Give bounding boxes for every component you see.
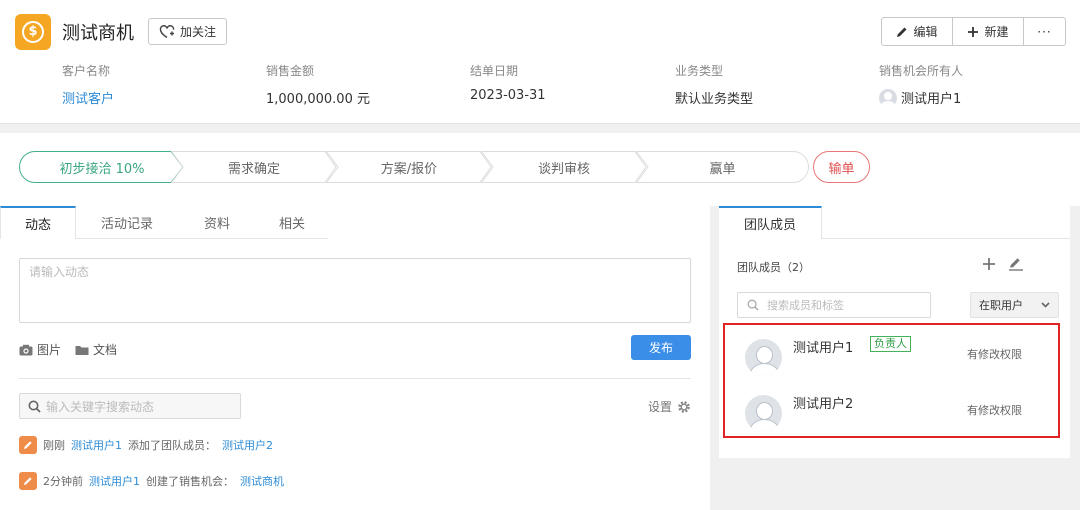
activity-tabs: 动态 活动记录 资料 相关: [0, 206, 328, 239]
feed-time: 2分钟前: [43, 475, 83, 488]
stage-won[interactable]: 赢单: [636, 151, 809, 183]
field-label: 客户名称: [62, 64, 111, 78]
camera-icon: [19, 344, 33, 355]
field-amount: 销售金额 1,000,000.00 元: [266, 62, 370, 107]
attach-doc-label: 文档: [93, 343, 118, 357]
owner-value[interactable]: 测试用户1: [879, 88, 963, 107]
field-business-type: 业务类型 默认业务类型: [675, 62, 753, 107]
edit-note-icon: [19, 436, 37, 454]
tab-related[interactable]: 相关: [256, 206, 328, 238]
edit-note-icon: [19, 472, 37, 490]
search-placeholder: 输入关键字搜索动态: [46, 399, 155, 414]
settings-button[interactable]: 设置: [648, 398, 691, 415]
more-button[interactable]: ···: [1023, 18, 1065, 45]
header-actions: 编辑 新建 ···: [881, 17, 1066, 46]
search-icon: [28, 400, 41, 413]
stage-negotiation[interactable]: 谈判审核: [481, 151, 647, 183]
heart-plus-icon: [159, 24, 175, 38]
main-panel: 初步接洽 10% 需求确定 方案/报价 谈判审核 赢单 输单 动态 活动记录 资…: [0, 133, 1080, 510]
attach-image-button[interactable]: 图片: [19, 341, 61, 358]
feed-action: 添加了团队成员：: [128, 439, 216, 452]
activity-panel: 动态 活动记录 资料 相关 请输入动态 图片 文档 发布 输入关键字搜索动态 设…: [0, 206, 710, 510]
divider: [19, 378, 691, 379]
tab-team-members[interactable]: 团队成员: [719, 206, 822, 239]
stage-label: 初步接洽 10%: [59, 161, 145, 177]
attach-doc-button[interactable]: 文档: [75, 341, 117, 358]
field-value: 2023-03-31: [470, 88, 546, 103]
follow-button[interactable]: 加关注: [148, 18, 227, 45]
team-count: 团队成员（2）: [737, 261, 810, 274]
customer-link[interactable]: 测试客户: [62, 88, 114, 107]
field-label: 销售金额: [266, 64, 315, 78]
dynamic-input[interactable]: 请输入动态: [19, 258, 691, 323]
feed-user-link[interactable]: 测试用户1: [89, 473, 140, 489]
stage-proposal[interactable]: 方案/报价: [326, 151, 492, 183]
settings-label: 设置: [648, 400, 673, 414]
member-search-placeholder: 搜索成员和标签: [767, 299, 844, 312]
field-label: 结单日期: [470, 64, 519, 78]
feed-target-link[interactable]: 测试商机: [240, 473, 284, 489]
feed-item: 2分钟前 测试用户1 创建了销售机会： 测试商机: [19, 472, 699, 490]
chevron-down-icon: [1041, 302, 1050, 308]
attachment-options: 图片 文档: [19, 341, 117, 358]
edit-label: 编辑: [913, 25, 938, 39]
pencil-icon: [897, 27, 907, 37]
team-actions: [982, 257, 1024, 271]
field-owner: 销售机会所有人 测试用户1: [879, 62, 963, 107]
attach-image-label: 图片: [37, 343, 62, 357]
field-close-date: 结单日期 2023-03-31: [470, 62, 546, 103]
avatar: [879, 88, 897, 107]
add-member-icon[interactable]: [982, 257, 996, 271]
member-search-input[interactable]: 搜索成员和标签: [737, 292, 931, 318]
feed-item: 刚刚 测试用户1 添加了团队成员： 测试用户2: [19, 436, 699, 454]
member-status-select[interactable]: 在职用户: [970, 292, 1059, 318]
stage-label: 需求确定: [227, 161, 280, 177]
new-label: 新建: [984, 25, 1009, 39]
stage-initial-contact[interactable]: 初步接洽 10%: [19, 151, 185, 183]
new-button[interactable]: 新建: [952, 18, 1023, 45]
feed-time: 刚刚: [43, 439, 65, 452]
follow-label: 加关注: [179, 25, 216, 39]
more-dots-icon: ···: [1037, 24, 1052, 39]
publish-button[interactable]: 发布: [631, 335, 691, 360]
record-header: $ 测试商机 加关注 编辑 新建 ··· 客户名称 测试客户 销售金额 1,00…: [0, 0, 1080, 124]
field-value: 默认业务类型: [675, 92, 754, 107]
tab-dynamics[interactable]: 动态: [0, 206, 76, 239]
tab-activity-log[interactable]: 活动记录: [76, 206, 178, 238]
lost-button[interactable]: 输单: [813, 151, 870, 183]
highlight-box: [723, 323, 1060, 438]
search-icon: [747, 299, 759, 311]
feed-user-link[interactable]: 测试用户1: [71, 437, 122, 453]
divider: [822, 238, 1070, 239]
stage-label: 谈判审核: [537, 161, 590, 177]
field-label: 销售机会所有人: [879, 64, 964, 78]
stage-label: 赢单: [709, 161, 736, 177]
dollar-icon: $: [15, 14, 51, 50]
page-title: 测试商机: [62, 23, 134, 44]
feed-action: 创建了销售机会：: [146, 475, 234, 488]
plus-icon: [968, 26, 979, 37]
feed-target-link[interactable]: 测试用户2: [222, 437, 273, 453]
owner-name: 测试用户1: [901, 92, 962, 107]
gear-icon: [678, 400, 690, 413]
status-select-value: 在职用户: [979, 299, 1023, 312]
field-customer: 客户名称 测试客户: [62, 62, 114, 107]
field-label: 业务类型: [675, 64, 724, 78]
edit-button[interactable]: 编辑: [882, 18, 952, 45]
folder-icon: [75, 345, 89, 355]
tab-materials[interactable]: 资料: [178, 206, 256, 238]
activity-search-input[interactable]: 输入关键字搜索动态: [19, 393, 241, 419]
edit-members-icon[interactable]: [1008, 257, 1024, 271]
field-value: 1,000,000.00 元: [266, 92, 370, 107]
stage-label: 方案/报价: [380, 161, 438, 177]
stage-requirement[interactable]: 需求确定: [171, 151, 337, 183]
